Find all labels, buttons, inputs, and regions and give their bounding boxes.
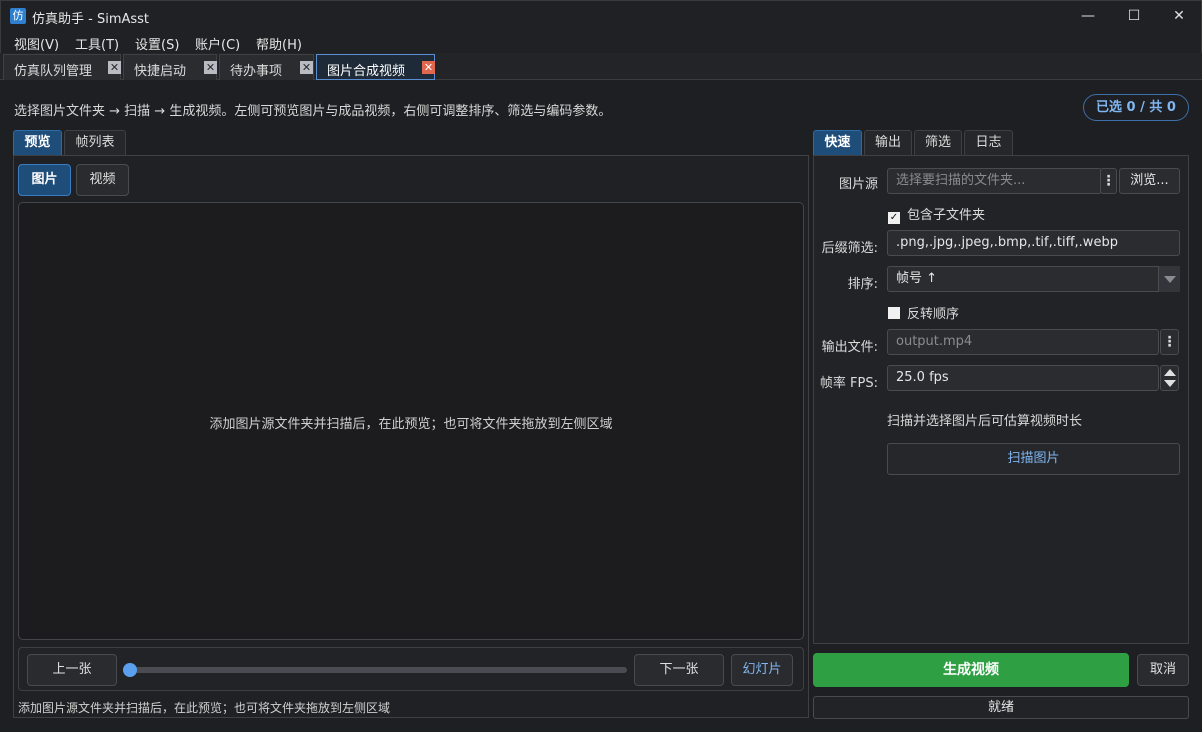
sort-select[interactable]: 帧号 ↑	[887, 266, 1180, 292]
sort-selected-value: 帧号 ↑	[896, 271, 938, 286]
include-subfolders-checkbox[interactable]: ✓ 包含子文件夹	[888, 204, 985, 224]
window-title: 仿真助手 - SimAsst	[32, 12, 150, 27]
reverse-order-label: 反转顺序	[907, 307, 960, 322]
tab-todo[interactable]: 待办事项 ✕	[219, 54, 314, 80]
next-image-button[interactable]: 下一张	[634, 654, 724, 686]
output-file-input[interactable]: output.mp4	[887, 329, 1159, 355]
frame-navigation-bar: 上一张 下一张 幻灯片	[18, 647, 804, 691]
previous-image-button[interactable]: 上一张	[27, 654, 117, 686]
workflow-hint: 选择图片文件夹 → 扫描 → 生成视频。左侧可预览图片与成品视频，右侧可调整排序…	[14, 104, 612, 119]
tab-preview[interactable]: 预览	[13, 130, 62, 155]
frame-slider-track[interactable]	[129, 667, 627, 673]
fps-spinner[interactable]	[1160, 365, 1179, 391]
menu-tools[interactable]: 工具(T)	[75, 34, 119, 53]
tab-quick[interactable]: 快速	[813, 130, 862, 155]
cancel-button[interactable]: 取消	[1137, 654, 1189, 686]
source-label: 图片源	[838, 177, 878, 192]
frame-slider-handle[interactable]	[123, 663, 137, 677]
output-file-label: 输出文件:	[821, 340, 878, 355]
app-icon: 仿	[10, 8, 26, 24]
tab-filter[interactable]: 筛选	[914, 130, 962, 155]
generate-video-button[interactable]: 生成视频	[813, 653, 1129, 687]
duration-estimate-text: 扫描并选择图片后可估算视频时长	[887, 414, 1083, 429]
menu-bar: 视图(V) 工具(T) 设置(S) 账户(C) 帮助(H)	[0, 31, 1202, 53]
preview-placeholder-text: 添加图片源文件夹并扫描后，在此预览；也可将文件夹拖放到左侧区域	[209, 417, 613, 432]
tab-frame-list[interactable]: 帧列表	[64, 130, 126, 155]
status-bar: 就绪	[813, 696, 1189, 719]
preview-drop-area[interactable]: 添加图片源文件夹并扫描后，在此预览；也可将文件夹拖放到左侧区域	[18, 202, 804, 640]
menu-account[interactable]: 账户(C)	[195, 34, 240, 53]
fps-label: 帧率 FPS:	[819, 376, 878, 391]
reverse-order-checkbox[interactable]: 反转顺序	[888, 303, 959, 322]
image-mode-button[interactable]: 图片	[18, 164, 71, 196]
tab-output[interactable]: 输出	[864, 130, 912, 155]
selection-counter-badge: 已选 0 / 共 0	[1083, 94, 1189, 121]
tab-label: 图片合成视频	[327, 64, 406, 79]
tab-images-to-video[interactable]: 图片合成视频 ✕	[316, 54, 435, 80]
suffix-filter-label: 后缀筛选:	[821, 241, 878, 256]
spin-up-icon[interactable]	[1164, 369, 1176, 376]
menu-settings[interactable]: 设置(S)	[135, 34, 179, 53]
checkbox-unchecked-icon	[888, 307, 900, 319]
chevron-down-icon[interactable]	[1158, 266, 1180, 292]
tab-simulation-queue[interactable]: 仿真队列管理 ✕	[3, 54, 121, 80]
minimize-button[interactable]: —	[1065, 1, 1111, 32]
title-bar: 仿 仿真助手 - SimAsst — ☐ ✕	[0, 0, 1202, 31]
maximize-button[interactable]: ☐	[1111, 1, 1157, 32]
settings-panel: 图片源 选择要扫描的文件夹... ⋮ 浏览... ✓ 包含子文件夹 后缀筛选: .…	[813, 155, 1189, 644]
close-tab-icon[interactable]: ✕	[108, 61, 121, 74]
source-more-icon[interactable]: ⋮	[1100, 168, 1117, 194]
browse-button[interactable]: 浏览...	[1119, 168, 1180, 194]
document-tab-bar: 仿真队列管理 ✕ 快捷启动 ✕ 待办事项 ✕ 图片合成视频 ✕	[0, 53, 1202, 80]
output-more-icon[interactable]: ⋮	[1160, 329, 1179, 355]
slideshow-button[interactable]: 幻灯片	[731, 654, 793, 686]
preview-panel: 图片 视频 添加图片源文件夹并扫描后，在此预览；也可将文件夹拖放到左侧区域 上一…	[13, 155, 809, 718]
fps-input[interactable]: 25.0 fps	[887, 365, 1159, 391]
close-window-button[interactable]: ✕	[1156, 1, 1202, 32]
tab-log[interactable]: 日志	[964, 130, 1013, 155]
menu-help[interactable]: 帮助(H)	[256, 34, 302, 53]
close-tab-icon[interactable]: ✕	[422, 61, 435, 74]
checkbox-checked-icon: ✓	[888, 212, 900, 224]
tab-label: 快捷启动	[134, 64, 187, 79]
include-subfolders-label: 包含子文件夹	[907, 208, 986, 223]
spin-down-icon[interactable]	[1164, 380, 1176, 387]
close-tab-icon[interactable]: ✕	[300, 61, 313, 74]
tab-label: 仿真队列管理	[14, 64, 93, 79]
preview-status-text: 添加图片源文件夹并扫描后，在此预览；也可将文件夹拖放到左侧区域	[18, 701, 391, 715]
tab-quick-launch[interactable]: 快捷启动 ✕	[123, 54, 217, 80]
source-folder-input[interactable]: 选择要扫描的文件夹...	[887, 168, 1102, 194]
tab-label: 待办事项	[230, 64, 283, 79]
menu-view[interactable]: 视图(V)	[14, 34, 59, 53]
sort-label: 排序:	[847, 277, 878, 292]
video-mode-button[interactable]: 视频	[76, 164, 129, 196]
close-tab-icon[interactable]: ✕	[204, 61, 217, 74]
suffix-filter-input[interactable]: .png,.jpg,.jpeg,.bmp,.tif,.tiff,.webp	[887, 230, 1180, 256]
scan-images-button[interactable]: 扫描图片	[887, 443, 1180, 475]
